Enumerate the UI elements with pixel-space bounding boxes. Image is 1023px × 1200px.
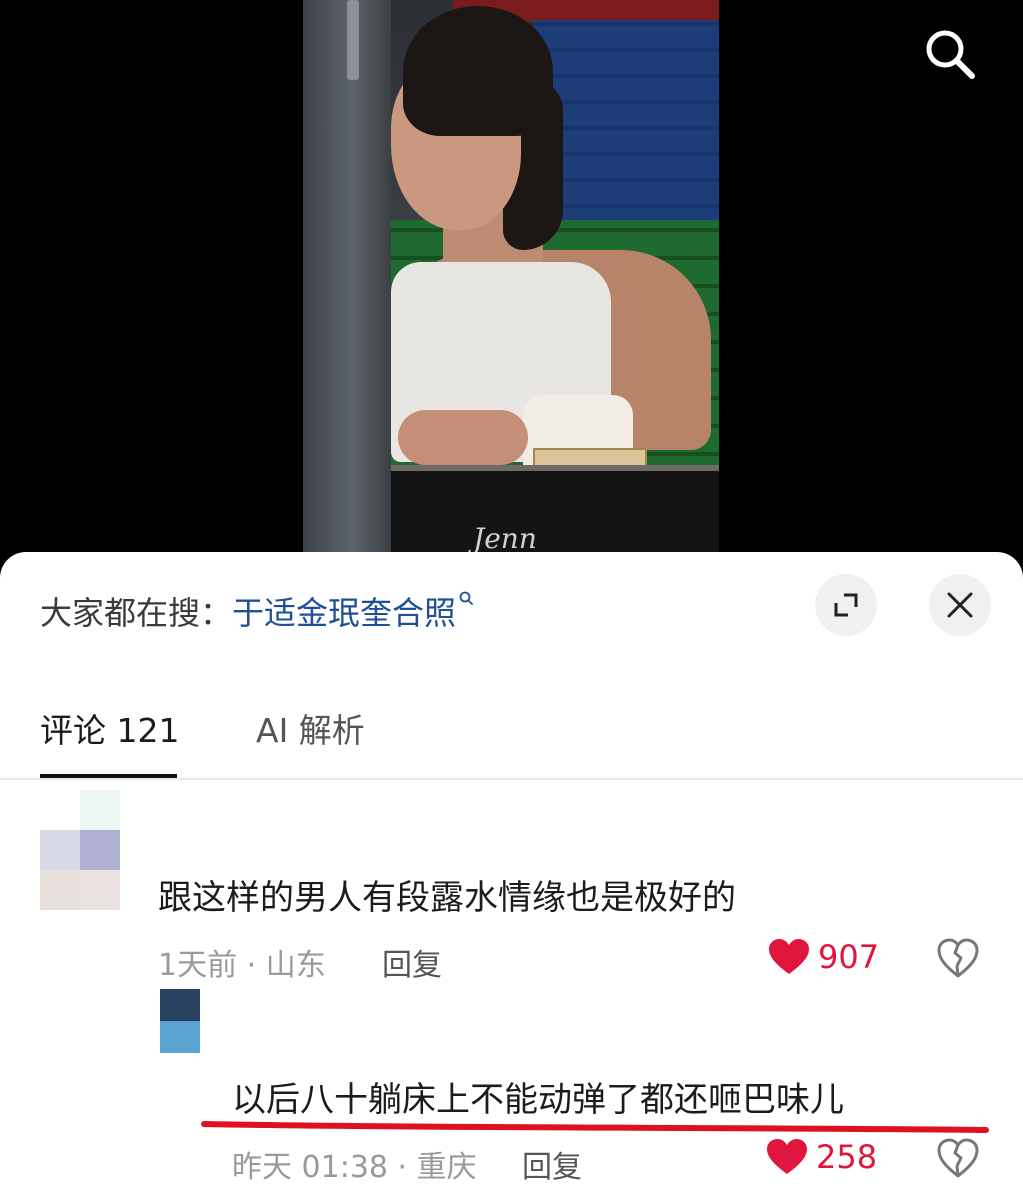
search-button[interactable] bbox=[920, 26, 980, 82]
video-scene-shape bbox=[398, 410, 528, 465]
trending-prefix: 大家都在搜： bbox=[40, 594, 233, 632]
heart-icon bbox=[769, 939, 809, 974]
video-frame[interactable]: Jenn bbox=[303, 0, 719, 560]
close-button[interactable] bbox=[929, 574, 991, 636]
close-icon bbox=[947, 592, 973, 618]
reply-button[interactable]: 回复 bbox=[522, 1142, 582, 1186]
heart-icon bbox=[767, 1139, 807, 1174]
broken-heart-icon[interactable] bbox=[936, 1136, 980, 1180]
video-player[interactable]: Jenn bbox=[0, 0, 1023, 560]
tab-ai-analysis[interactable]: AI 解析 bbox=[256, 704, 365, 752]
tab-comments[interactable]: 评论 121 bbox=[40, 704, 179, 752]
video-scene-shape bbox=[347, 0, 359, 80]
divider bbox=[0, 778, 1023, 780]
expand-icon bbox=[834, 593, 858, 617]
search-icon bbox=[926, 30, 975, 79]
comment-meta: 昨天 01:38 · 重庆 bbox=[232, 1150, 477, 1185]
video-scene-shape bbox=[303, 0, 391, 560]
trending-search[interactable]: 大家都在搜： 于适金珉奎合照 bbox=[40, 588, 474, 634]
expand-button[interactable] bbox=[815, 574, 877, 636]
like-button[interactable]: 907 bbox=[768, 938, 879, 976]
search-icon bbox=[459, 591, 473, 605]
trending-term-link[interactable]: 于适金珉奎合照 bbox=[232, 588, 456, 634]
video-watermark: Jenn bbox=[473, 522, 537, 555]
like-button[interactable]: 258 bbox=[766, 1138, 877, 1176]
like-count: 258 bbox=[816, 1138, 878, 1176]
tab-bar: 评论 121 AI 解析 bbox=[0, 692, 1023, 780]
comment-sheet: 大家都在搜： 于适金珉奎合照 评论 121 AI 解析 跟这样的男人有段露水情缘… bbox=[0, 552, 1023, 1200]
comment-text: 跟这样的男人有段露水情缘也是极好的 bbox=[158, 878, 736, 918]
avatar[interactable] bbox=[160, 989, 200, 1053]
video-scene-shape bbox=[403, 6, 553, 136]
like-count: 907 bbox=[818, 938, 880, 976]
app-screen: Jenn 大家都在搜： 于适金珉奎合照 评论 121 AI 解析 跟这样的男人有… bbox=[0, 0, 1023, 1200]
comment-meta: 1天前 · 山东 bbox=[158, 948, 326, 983]
broken-heart-icon[interactable] bbox=[936, 936, 980, 980]
reply-button[interactable]: 回复 bbox=[382, 940, 442, 984]
avatar[interactable] bbox=[40, 790, 120, 910]
video-scene-shape bbox=[391, 465, 719, 560]
